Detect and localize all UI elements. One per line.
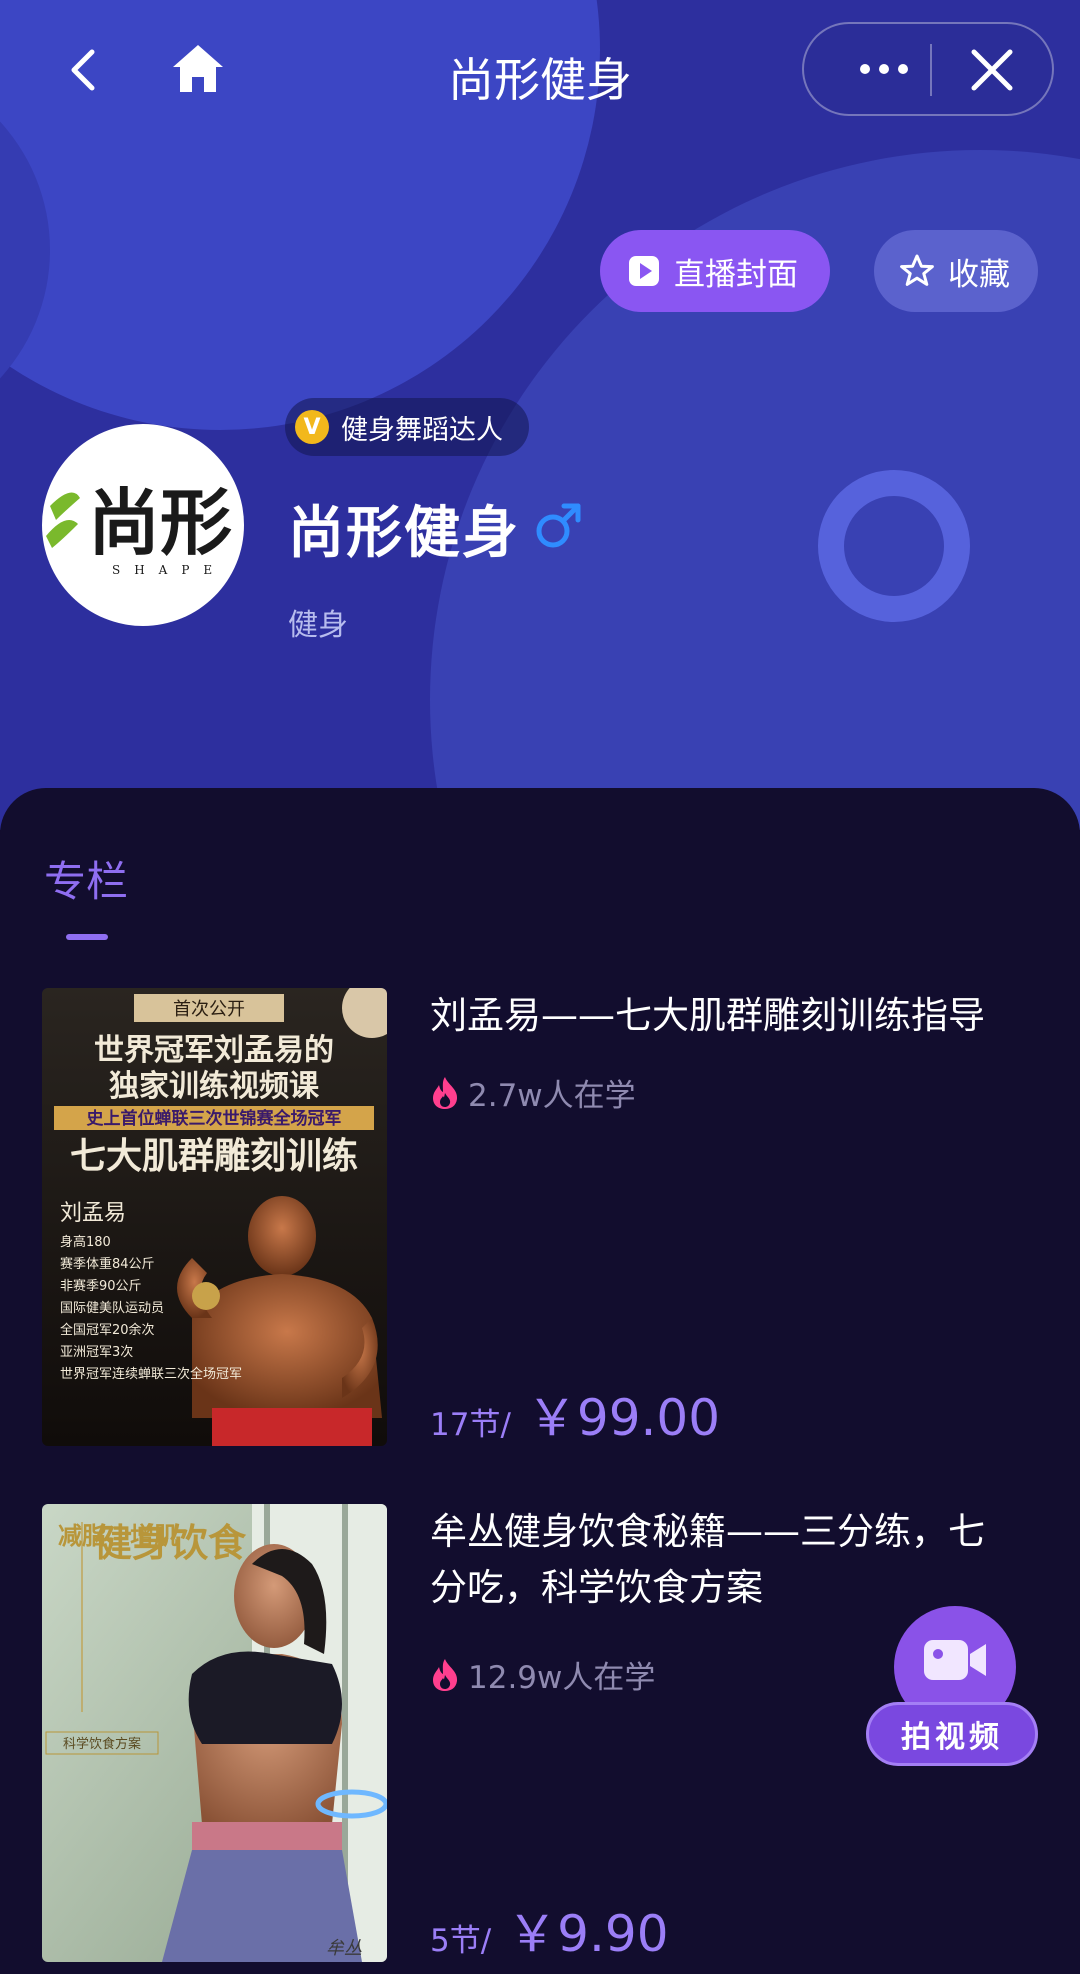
tab-active-indicator — [66, 934, 108, 940]
fire-icon — [430, 1076, 460, 1110]
course-lessons: 17节/ — [430, 1407, 511, 1443]
fire-icon — [430, 1658, 460, 1692]
cover-fact: 世界冠军连续蝉联三次全场冠军 — [60, 1366, 242, 1382]
more-icon[interactable] — [840, 44, 928, 94]
shoot-video-button[interactable]: 拍视频 — [866, 1606, 1038, 1766]
cover-fact: 非赛季90公斤 — [60, 1278, 142, 1294]
favorite-label: 收藏 — [948, 256, 1010, 293]
cover-fact: 赛季体重84公斤 — [60, 1256, 155, 1272]
course-lessons: 5节/ — [430, 1923, 492, 1959]
profile-category: 健身 — [288, 608, 348, 643]
cover-top-tag: 首次公开 — [173, 999, 245, 1020]
cover-headline-3: 七大肌群雕刻训练 — [70, 1135, 358, 1177]
talent-badge: V 健身舞蹈达人 — [285, 398, 529, 456]
verified-icon: V — [295, 410, 329, 444]
shoot-video-label: 拍视频 — [866, 1702, 1038, 1766]
cover-main-text: 健身饮食 — [94, 1520, 247, 1565]
talent-badge-label: 健身舞蹈达人 — [341, 414, 503, 446]
course-price: 17节/ ￥99.00 — [430, 1378, 720, 1450]
mini-program-capsule — [802, 22, 1054, 116]
male-icon — [536, 503, 581, 548]
star-icon — [900, 254, 934, 288]
avatar-logo-text: 尚形 — [88, 480, 232, 565]
cover-headline-2: 独家训练视频课 — [109, 1069, 320, 1104]
cover-fact: 身高180 — [60, 1234, 111, 1250]
course-learners-label: 12.9w人在学 — [468, 1660, 656, 1696]
course-title[interactable]: 刘孟易——七大肌群雕刻训练指导 — [430, 988, 1020, 1044]
course-title[interactable]: 牟丛健身饮食秘籍——三分练，七分吃，科学饮食方案 — [430, 1504, 1020, 1616]
cover-highlight: 史上首位蝉联三次世锦赛全场冠军 — [87, 1108, 342, 1129]
close-icon[interactable] — [970, 48, 1014, 92]
profile-name: 尚形健身 — [288, 501, 520, 566]
tab-column[interactable]: 专栏 — [44, 848, 128, 909]
header-background — [0, 0, 1080, 830]
video-camera-icon — [924, 1640, 986, 1680]
decor-ring — [818, 470, 970, 622]
course-price-amount: ￥9.90 — [507, 1905, 669, 1963]
course-learners: 12.9w人在学 — [430, 1652, 655, 1697]
avatar-logo-subtext: SHAPE — [112, 563, 226, 577]
cover-signature: 牟丛 — [326, 1938, 362, 1959]
cover-sub-text: 科学饮食方案 — [63, 1736, 141, 1752]
course-card[interactable]: 首次公开 世界冠军刘孟易的 独家训练视频课 史上首位蝉联三次世锦赛全场冠军 七大… — [42, 988, 1042, 1448]
course-learners-label: 2.7w人在学 — [468, 1078, 636, 1114]
cover-fact: 亚洲冠军3次 — [60, 1344, 133, 1360]
course-price-amount: ￥99.00 — [526, 1389, 721, 1447]
live-cover-label: 直播封面 — [674, 256, 798, 293]
avatar[interactable]: 尚形 SHAPE — [42, 424, 244, 626]
course-price: 5节/ ￥9.90 — [430, 1894, 669, 1966]
course-cover-image: 减脂、增肌 健身饮食 科学饮食方案 牟丛 — [42, 1504, 387, 1962]
live-cover-button[interactable]: 直播封面 — [600, 230, 830, 312]
top-nav-bar: 尚形健身 — [0, 20, 1080, 120]
cover-fact: 全国冠军20余次 — [60, 1322, 155, 1338]
cover-person: 刘孟易 — [60, 1201, 126, 1226]
cover-fact: 国际健美队运动员 — [60, 1301, 164, 1316]
course-cover-image: 首次公开 世界冠军刘孟易的 独家训练视频课 史上首位蝉联三次世锦赛全场冠军 七大… — [42, 988, 387, 1446]
capsule-divider — [930, 44, 932, 96]
favorite-button[interactable]: 收藏 — [874, 230, 1038, 312]
course-learners: 2.7w人在学 — [430, 1070, 636, 1115]
brand-logo: 尚形 SHAPE — [46, 480, 232, 577]
play-icon — [628, 255, 660, 287]
cover-headline-1: 世界冠军刘孟易的 — [94, 1033, 334, 1068]
